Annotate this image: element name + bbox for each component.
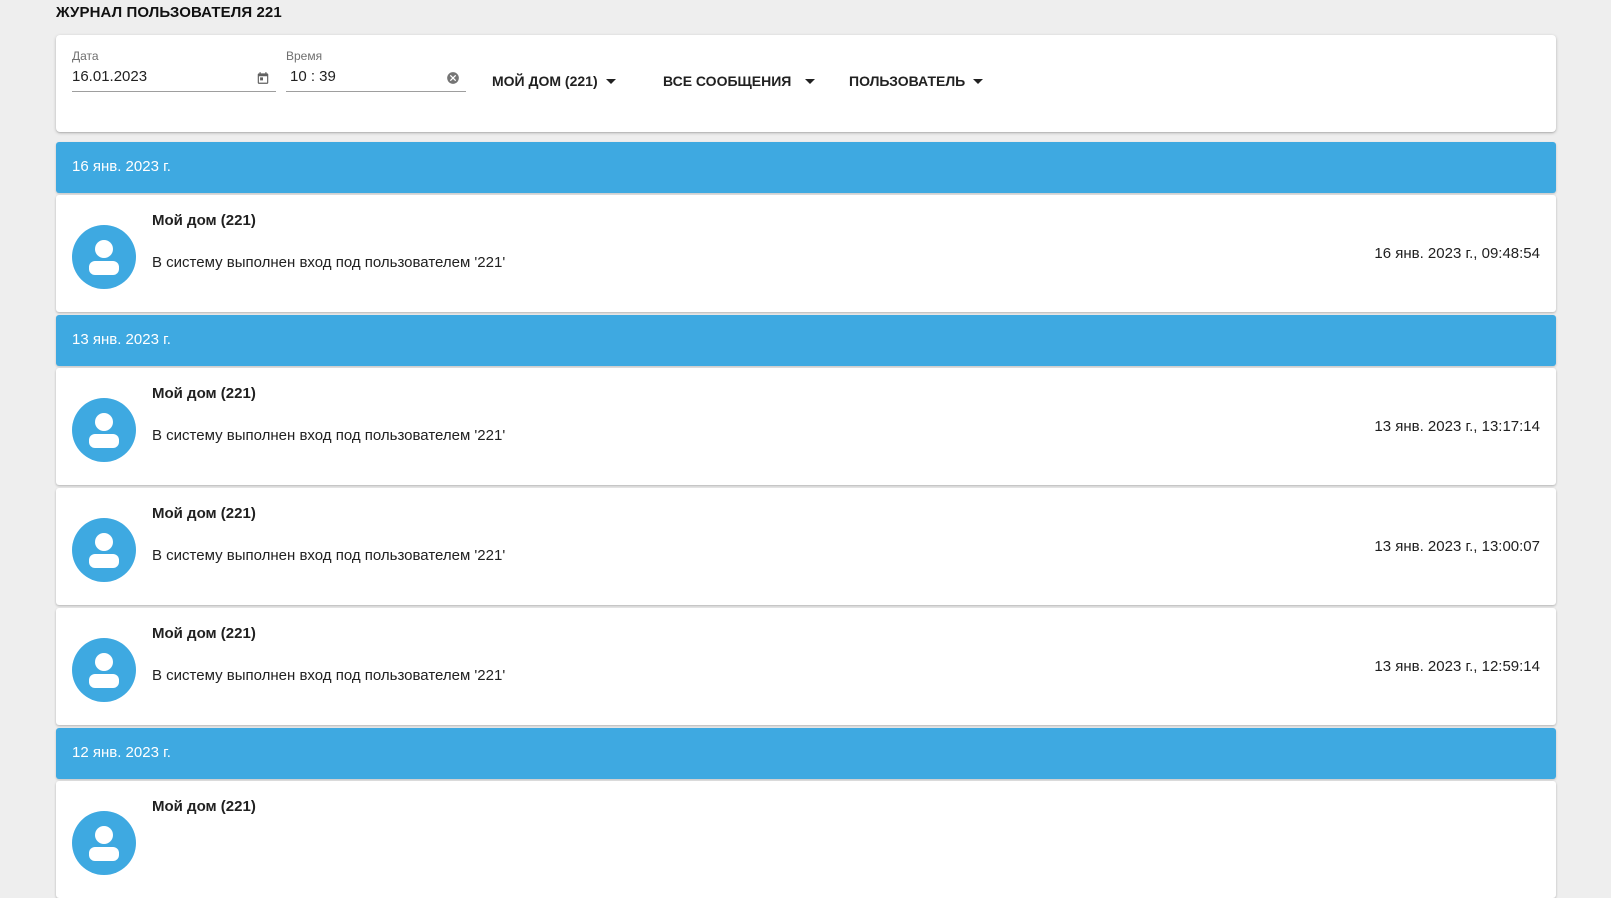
time-field-label: Время <box>286 49 323 63</box>
calendar-icon[interactable] <box>256 71 270 85</box>
day-header-date: 13 янв. 2023 г. <box>72 331 171 348</box>
log-entry[interactable]: Мой дом (221) В систему выполнен вход по… <box>56 608 1556 725</box>
date-field[interactable]: Дата 16.01.2023 <box>72 49 276 92</box>
entry-message: В систему выполнен вход под пользователе… <box>152 547 506 564</box>
entry-timestamp: 16 янв. 2023 г., 09:48:54 <box>1374 245 1540 262</box>
time-field-value[interactable]: 10 : 39 <box>290 68 336 85</box>
entry-timestamp: 13 янв. 2023 г., 13:17:14 <box>1374 418 1540 435</box>
day-header: 12 янв. 2023 г. <box>56 728 1556 779</box>
entry-title: Мой дом (221) <box>152 212 256 229</box>
clear-circle-icon[interactable] <box>446 71 460 85</box>
entry-title: Мой дом (221) <box>152 798 256 815</box>
entry-message: В систему выполнен вход под пользователе… <box>152 667 506 684</box>
log-entry[interactable]: Мой дом (221) В систему выполнен вход по… <box>56 488 1556 605</box>
person-icon <box>72 518 136 582</box>
person-icon <box>72 225 136 289</box>
messages-dropdown[interactable]: ВСЕ СООБЩЕНИЯ <box>663 73 816 89</box>
date-field-value[interactable]: 16.01.2023 <box>72 68 147 85</box>
entry-title: Мой дом (221) <box>152 625 256 642</box>
caret-down-icon <box>605 78 616 84</box>
home-dropdown-label: МОЙ ДОМ (221) <box>492 73 598 89</box>
entry-message: В систему выполнен вход под пользователе… <box>152 254 506 271</box>
entry-title: Мой дом (221) <box>152 385 256 402</box>
log-entry[interactable]: Мой дом (221) В систему выполнен вход по… <box>56 195 1556 312</box>
messages-dropdown-label: ВСЕ СООБЩЕНИЯ <box>663 73 792 89</box>
date-field-label: Дата <box>72 49 99 63</box>
user-dropdown[interactable]: ПОЛЬЗОВАТЕЛЬ <box>849 73 984 89</box>
day-header-date: 16 янв. 2023 г. <box>72 158 171 175</box>
home-dropdown[interactable]: МОЙ ДОМ (221) <box>492 73 616 89</box>
day-header: 13 янв. 2023 г. <box>56 315 1556 366</box>
day-header-date: 12 янв. 2023 г. <box>72 744 171 761</box>
time-field[interactable]: Время 10 : 39 <box>286 49 466 92</box>
entry-title: Мой дом (221) <box>152 505 256 522</box>
log-entry[interactable]: Мой дом (221) <box>56 781 1556 898</box>
entry-timestamp: 13 янв. 2023 г., 13:00:07 <box>1374 538 1540 555</box>
caret-down-icon <box>973 78 984 84</box>
caret-down-icon <box>805 78 816 84</box>
log-entry[interactable]: Мой дом (221) В систему выполнен вход по… <box>56 368 1556 485</box>
entry-timestamp: 13 янв. 2023 г., 12:59:14 <box>1374 658 1540 675</box>
page-title: ЖУРНАЛ ПОЛЬЗОВАТЕЛЯ 221 <box>56 4 282 21</box>
person-icon <box>72 638 136 702</box>
person-icon <box>72 398 136 462</box>
user-dropdown-label: ПОЛЬЗОВАТЕЛЬ <box>849 73 966 89</box>
person-icon <box>72 811 136 875</box>
entry-message: В систему выполнен вход под пользователе… <box>152 427 506 444</box>
day-header: 16 янв. 2023 г. <box>56 142 1556 193</box>
filter-panel: Дата 16.01.2023 Время 10 : 39 МОЙ ДОМ (2… <box>56 35 1556 132</box>
